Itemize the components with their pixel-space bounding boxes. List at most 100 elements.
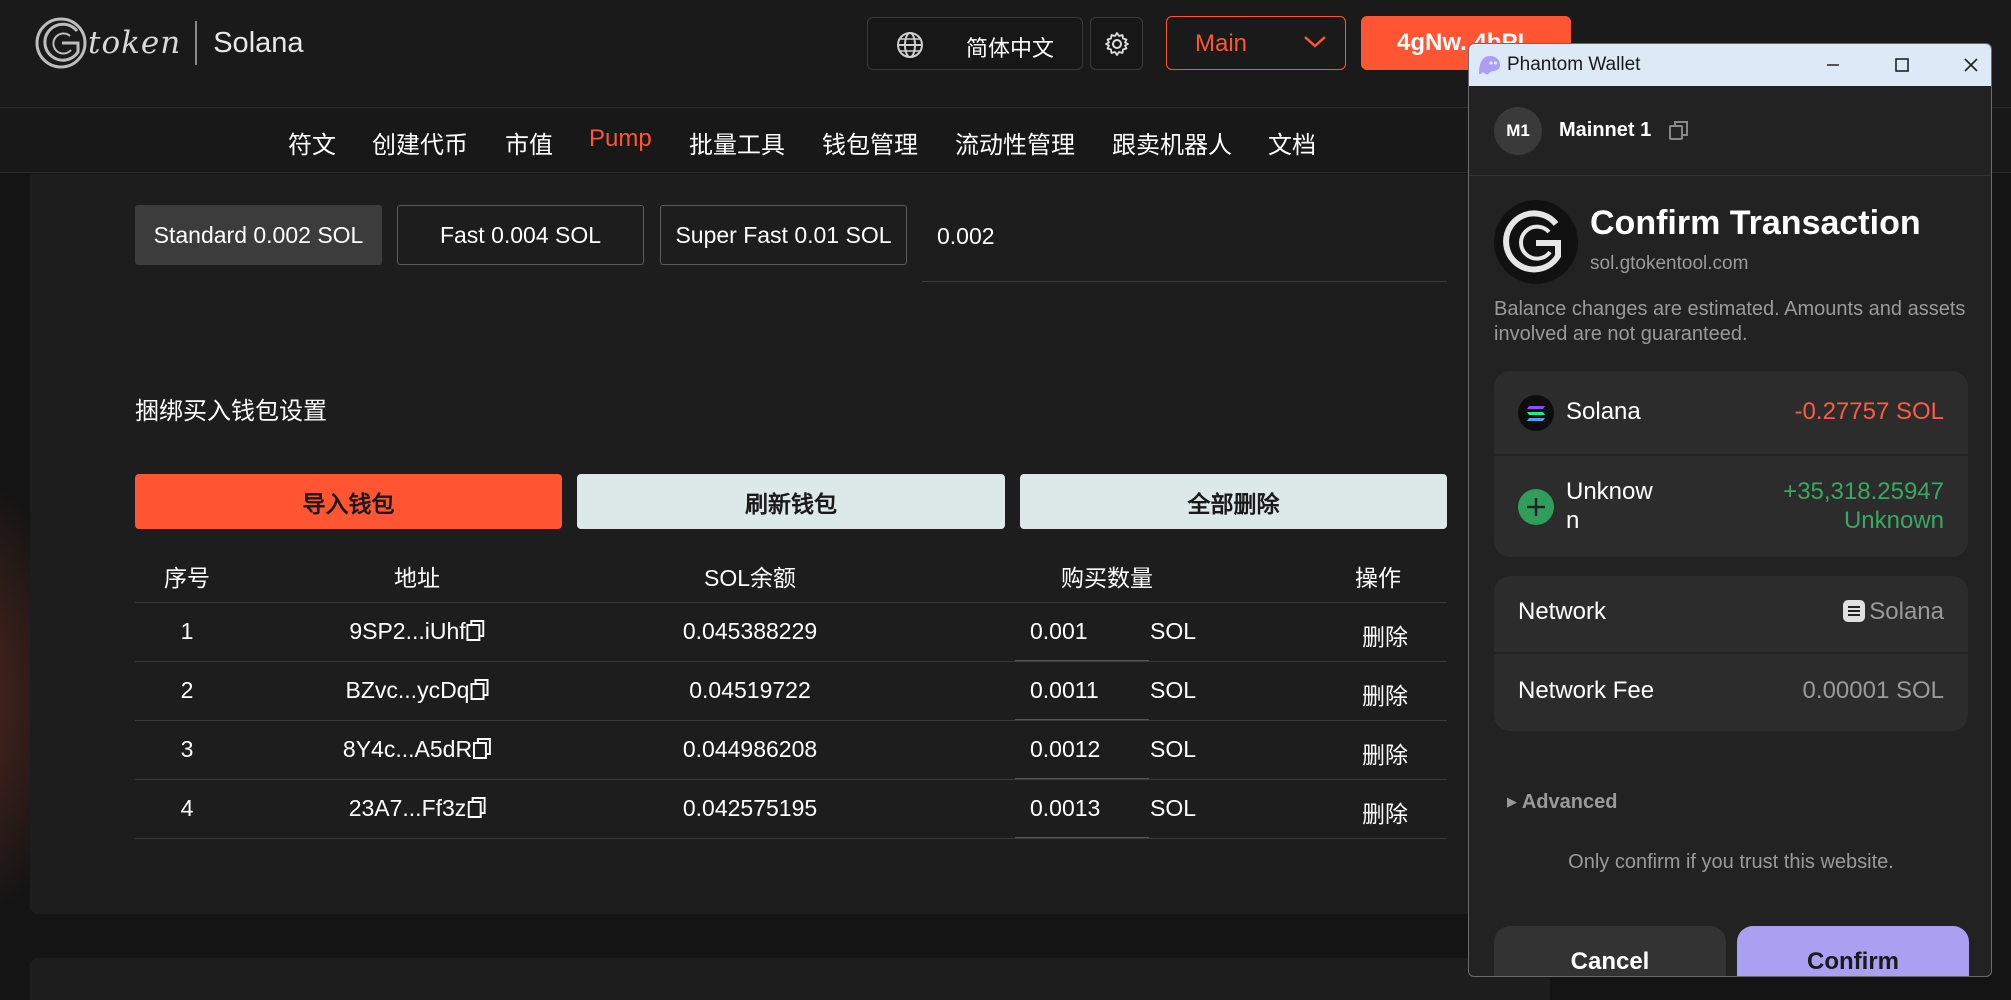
gtoken-logo[interactable]: token Solana — [32, 12, 304, 74]
site-logo — [1494, 200, 1578, 284]
advanced-label: Advanced — [1521, 791, 1618, 813]
row-qty-input[interactable]: 0.0013 — [1030, 795, 1100, 822]
asset-amount-positive: +35,318.25947 Unknown — [1783, 477, 1944, 535]
network-fee-row: Network Fee 0.00001 SOL — [1494, 654, 1968, 731]
custom-fee-input[interactable]: 0.002 — [922, 205, 1447, 282]
row-index: 3 — [180, 736, 194, 762]
account-name[interactable]: Mainnet 1 — [1559, 119, 1651, 142]
table-row-divider — [135, 720, 1447, 721]
row-balance: 0.044986208 — [682, 736, 818, 762]
row-balance: 0.045388229 — [682, 618, 818, 644]
row-address: BZvc...ycDq — [346, 677, 489, 704]
nav-item-wallet-management[interactable]: 钱包管理 — [822, 125, 918, 160]
custom-fee-value: 0.002 — [937, 223, 995, 249]
row-address-text: BZvc...ycDq — [345, 677, 470, 703]
advanced-toggle[interactable]: ▶ Advanced — [1507, 791, 1617, 814]
import-wallet-button[interactable]: 导入钱包 — [135, 474, 562, 529]
nav-item-follow-bot[interactable]: 跟卖机器人 — [1112, 125, 1232, 160]
row-qty-input[interactable]: 0.0011 — [1030, 677, 1099, 704]
close-icon[interactable] — [1956, 50, 1986, 80]
header-divider — [135, 602, 1447, 603]
cancel-button[interactable]: Cancel — [1494, 926, 1726, 976]
row-index: 1 — [180, 618, 194, 644]
fee-option-fast[interactable]: Fast 0.004 SOL — [397, 205, 644, 265]
nav-item-liquidity[interactable]: 流动性管理 — [955, 125, 1075, 160]
logo-divider — [195, 21, 198, 65]
nav-item-docs[interactable]: 文档 — [1268, 125, 1316, 160]
network-value-text: Solana — [1869, 598, 1944, 625]
row-delete-button[interactable]: 删除 — [1362, 618, 1408, 652]
amount-line: +35,318.25947 — [1783, 478, 1944, 505]
fee-option-super-fast[interactable]: Super Fast 0.01 SOL — [660, 205, 907, 265]
row-qty-input[interactable]: 0.001 — [1030, 618, 1088, 645]
phantom-title-bar[interactable]: Phantom Wallet — [1469, 44, 1991, 86]
nav-item-create-token[interactable]: 创建代币 — [372, 125, 468, 160]
nav-item-market-cap[interactable]: 市值 — [505, 125, 553, 160]
caret-right-icon: ▶ — [1507, 794, 1517, 809]
asset-name-line: Unknow — [1566, 478, 1653, 505]
confirm-button[interactable]: Confirm — [1737, 926, 1969, 976]
network-details-card: Network Solana Network Fee 0.00001 SOL — [1494, 576, 1968, 731]
column-header-balance: SOL余额 — [703, 565, 797, 591]
phantom-wallet-window: Phantom Wallet M1 Mainnet 1 Confirm Tran… — [1468, 43, 1992, 977]
globe-icon — [897, 32, 923, 58]
language-label: 简体中文 — [966, 36, 1055, 61]
refresh-wallet-button[interactable]: 刷新钱包 — [577, 474, 1005, 529]
table-row-divider — [135, 661, 1447, 662]
row-qty-unit: SOL — [1150, 677, 1197, 703]
network-fee-label: Network Fee — [1518, 677, 1655, 704]
confirm-transaction-heading: Confirm Transaction — [1590, 204, 1921, 242]
copy-icon[interactable] — [467, 797, 486, 819]
gtoken-site-icon — [1496, 202, 1576, 282]
bundle-wallet-title: 捆绑买入钱包设置 — [135, 398, 327, 425]
nav-item-runes[interactable]: 符文 — [288, 125, 336, 160]
row-index: 4 — [180, 795, 194, 821]
network-select[interactable]: Main — [1166, 16, 1346, 70]
fee-option-standard[interactable]: Standard 0.002 SOL — [135, 205, 382, 265]
asset-name-unknown: Unknow n — [1566, 477, 1653, 535]
nav-item-batch-tools[interactable]: 批量工具 — [689, 125, 785, 160]
plus-icon — [1518, 489, 1554, 525]
solana-small-icon — [1843, 600, 1866, 622]
phantom-title-text: Phantom Wallet — [1507, 54, 1641, 75]
maximize-icon[interactable] — [1887, 50, 1917, 80]
table-row-divider — [135, 779, 1447, 780]
chevron-down-icon — [1304, 36, 1326, 48]
copy-icon[interactable] — [470, 679, 489, 701]
row-address-text: 23A7...Ff3z — [348, 795, 467, 821]
phantom-ghost-icon — [1479, 56, 1500, 75]
asset-name-line: n — [1566, 507, 1580, 534]
nav-item-pump[interactable]: Pump — [589, 125, 652, 153]
settings-button[interactable] — [1090, 17, 1143, 70]
copy-icon[interactable] — [473, 738, 492, 760]
copy-icon[interactable] — [1669, 120, 1689, 142]
row-balance: 0.042575195 — [682, 795, 818, 821]
delete-all-button[interactable]: 全部删除 — [1020, 474, 1447, 529]
amount-line: Unknown — [1843, 507, 1944, 534]
row-qty-unit: SOL — [1150, 736, 1197, 762]
network-value: Solana — [1843, 598, 1944, 626]
balance-change-row: Unknow n +35,318.25947 Unknown — [1494, 456, 1968, 557]
lower-panel — [30, 958, 1550, 1000]
minimize-icon[interactable] — [1818, 50, 1848, 80]
row-qty-input[interactable]: 0.0012 — [1030, 736, 1100, 763]
row-index: 2 — [180, 677, 194, 703]
account-avatar[interactable]: M1 — [1494, 107, 1542, 155]
row-address-text: 9SP2...iUhf — [349, 618, 466, 644]
solana-icon — [1518, 395, 1554, 431]
copy-icon[interactable] — [466, 620, 485, 642]
column-header-address: 地址 — [394, 565, 440, 591]
logo-wordmark: token — [88, 25, 182, 61]
gtoken-logo-icon — [35, 17, 87, 69]
asset-name: Solana — [1566, 398, 1641, 425]
row-delete-button[interactable]: 删除 — [1362, 677, 1408, 711]
gear-icon — [1105, 32, 1129, 56]
row-delete-button[interactable]: 删除 — [1362, 795, 1408, 829]
column-header-index: 序号 — [164, 565, 210, 591]
language-selector[interactable]: 简体中文 — [867, 17, 1083, 70]
site-origin: sol.gtokentool.com — [1590, 253, 1749, 274]
network-row: Network Solana — [1494, 576, 1968, 652]
row-delete-button[interactable]: 删除 — [1362, 736, 1408, 770]
row-address: 9SP2...iUhf — [349, 618, 485, 645]
balance-change-row: Solana -0.27757 SOL — [1494, 371, 1968, 454]
